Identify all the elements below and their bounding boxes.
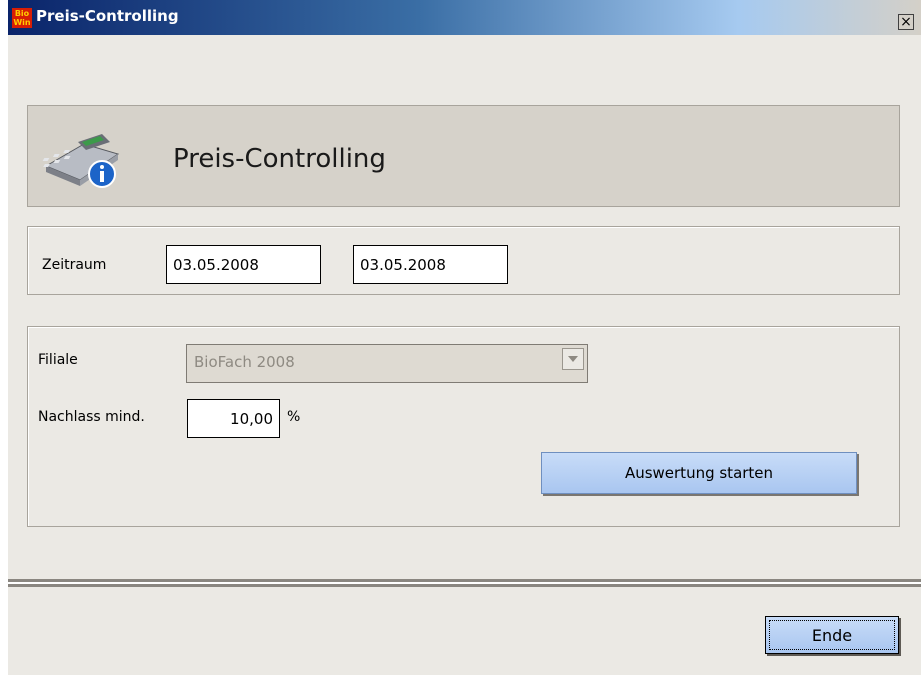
close-icon[interactable]: × (898, 14, 914, 30)
percent-unit: % (287, 409, 301, 425)
window-title: Preis-Controlling (36, 7, 179, 25)
branch-select[interactable]: BioFach 2008 (186, 344, 588, 383)
cash-register-info-icon (40, 124, 130, 198)
start-evaluation-button[interactable]: Auswertung starten (541, 452, 857, 494)
logo-bottom-text: Win (13, 18, 31, 27)
chevron-down-icon[interactable] (562, 348, 584, 370)
date-to-input[interactable]: 03.05.2008 (353, 245, 508, 284)
discount-label: Nachlass mind. (38, 409, 145, 425)
header-panel: Preis-Controlling (27, 105, 900, 207)
dialog-window: Bio Win Preis-Controlling × Preis-Contro… (8, 0, 921, 675)
page-title: Preis-Controlling (173, 144, 386, 174)
period-label: Zeitraum (42, 257, 107, 273)
end-button[interactable]: Ende (765, 616, 899, 654)
footer-divider-lower (8, 584, 921, 587)
biowin-logo-icon: Bio Win (12, 8, 32, 28)
branch-select-value: BioFach 2008 (194, 353, 295, 371)
title-bar[interactable]: Bio Win Preis-Controlling × (8, 0, 921, 35)
logo-top-text: Bio (14, 9, 30, 18)
date-from-input[interactable]: 03.05.2008 (166, 245, 321, 284)
discount-input[interactable]: 10,00 (187, 399, 280, 438)
focus-rect (769, 620, 895, 650)
branch-label: Filiale (38, 352, 78, 368)
